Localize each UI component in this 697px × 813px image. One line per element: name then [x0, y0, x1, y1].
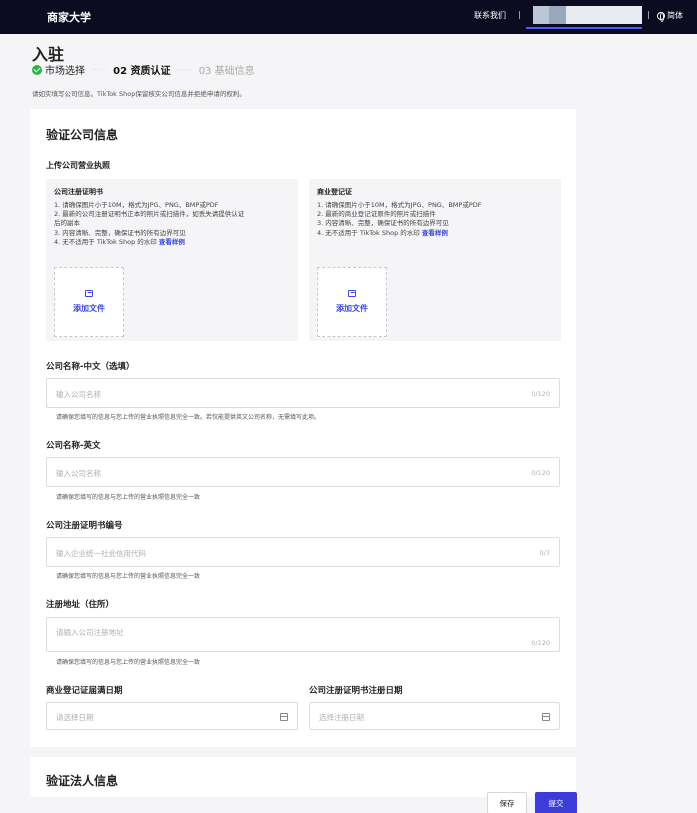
- account-avatar-part: [549, 6, 566, 24]
- language-label: 简体: [667, 11, 683, 20]
- step-connector: ·····: [176, 65, 193, 74]
- globe-icon: [657, 11, 665, 22]
- upload-box-title: 商业登记证: [317, 188, 352, 196]
- registered-address-textarea[interactable]: 请输入公司注册地址 0/120: [46, 617, 560, 652]
- requirement-line: 后的副本: [54, 219, 80, 228]
- company-name-en-label: 公司名称-英文: [46, 441, 101, 451]
- image-icon: [85, 290, 93, 297]
- add-file-button[interactable]: 添加文件: [54, 267, 124, 337]
- requirement-line: 3. 内容清晰、完整，确保证书的所有边界可见: [317, 219, 449, 228]
- requirement-line: 1. 请确保图片小于10M，格式为JPG、PNG、BMP或PDF: [54, 201, 219, 209]
- char-counter: 0/120: [531, 469, 550, 477]
- char-counter: 0/120: [531, 639, 550, 647]
- step-connector: ·····: [91, 65, 108, 74]
- view-sample-link[interactable]: 查看样例: [422, 229, 448, 237]
- stepper: 市场选择 ····· 02 资质认证 ····· 03 基础信息: [32, 62, 255, 77]
- registration-number-label: 公司注册证明书编号: [46, 521, 123, 531]
- char-counter: 0/120: [531, 390, 550, 398]
- expiry-date-label: 商业登记证届满日期: [46, 686, 123, 696]
- placeholder: 选择注册日期: [319, 713, 364, 722]
- placeholder: 输入公司名称: [56, 469, 101, 478]
- section-title: 验证法人信息: [46, 774, 119, 788]
- step-qualification: 02 资质认证: [113, 66, 171, 77]
- company-info-card: 验证公司信息 上传公司营业执照 公司注册证明书 1. 请确保图片小于10M，格式…: [30, 109, 576, 747]
- legal-person-card: 验证法人信息: [30, 757, 576, 797]
- add-file-label: 添加文件: [336, 304, 368, 313]
- account-name[interactable]: [566, 6, 642, 24]
- upload-certificate-box: 公司注册证明书 1. 请确保图片小于10M，格式为JPG、PNG、BMP或PDF…: [46, 179, 298, 341]
- requirement-line: 1. 请确保图片小于10M，格式为JPG、PNG、BMP或PDF: [317, 201, 482, 209]
- brand-logo[interactable]: 商家大学: [47, 9, 91, 25]
- image-icon: [348, 290, 356, 297]
- calendar-icon: [280, 713, 288, 721]
- step-market[interactable]: 市场选择: [45, 62, 85, 77]
- notice-text: 请如实填写公司信息。TikTok Shop保留核实公司信息并拒绝申请的权利。: [32, 90, 246, 98]
- submit-button[interactable]: 提交: [535, 792, 577, 813]
- section-title: 验证公司信息: [46, 128, 119, 142]
- add-file-label: 添加文件: [73, 304, 105, 313]
- upload-box-title: 公司注册证明书: [54, 188, 103, 196]
- field-hint: 请确保您填写的信息与您上传的营业执照信息完全一致: [56, 494, 201, 501]
- registration-date-label: 公司注册证明书注册日期: [309, 686, 403, 696]
- field-hint: 请确保您填写的信息与您上传的营业执照信息完全一致。若仅能提供英文公司名称，无需填…: [56, 414, 321, 421]
- field-hint: 请确保您填写的信息与您上传的营业执照信息完全一致: [56, 659, 201, 666]
- requirement-line: 4. 无不适用于 TikTok Shop 的水印 查看样例: [317, 228, 448, 237]
- calendar-icon: [542, 713, 550, 721]
- divider: [648, 11, 649, 19]
- contact-link[interactable]: 联系我们: [474, 10, 506, 21]
- requirement-line: 3. 内容清晰、完整，确保证书的所有边界可见: [54, 228, 186, 237]
- view-sample-link[interactable]: 查看样例: [159, 238, 185, 246]
- company-name-en-input[interactable]: 输入公司名称 0/120: [46, 457, 560, 487]
- company-name-cn-input[interactable]: 输入公司名称 0/120: [46, 378, 560, 408]
- upload-title: 上传公司营业执照: [46, 161, 110, 170]
- requirement-line: 2. 最新的公司注册证明书正本的照片或扫描件，如丢失请提供认证: [54, 210, 245, 219]
- language-switcher[interactable]: 简体: [657, 10, 683, 22]
- step-basic-info: 03 基础信息: [198, 66, 255, 77]
- field-hint: 请确保您填写的信息与您上传的营业执照信息完全一致: [56, 573, 201, 580]
- placeholder: 输入公司名称: [56, 390, 101, 399]
- placeholder: 请输入公司注册地址: [56, 628, 124, 637]
- placeholder: 输入企业统一社会信用代码: [56, 549, 146, 558]
- expiry-date-picker[interactable]: 请选择日期: [46, 702, 298, 730]
- top-bar: 商家大学 联系我们 简体: [0, 0, 697, 34]
- company-name-cn-label: 公司名称-中文（选填）: [46, 362, 135, 372]
- account-avatar[interactable]: [533, 6, 549, 24]
- registration-date-picker[interactable]: 选择注册日期: [309, 702, 560, 730]
- check-circle-icon: [32, 64, 42, 75]
- char-counter: 0/7: [539, 549, 550, 557]
- add-file-button[interactable]: 添加文件: [317, 267, 387, 337]
- requirement-line: 4. 无不适用于 TikTok Shop 的水印 查看样例: [54, 237, 185, 246]
- registration-number-input[interactable]: 输入企业统一社会信用代码 0/7: [46, 537, 560, 567]
- divider: [519, 11, 520, 19]
- save-button[interactable]: 保存: [487, 792, 527, 813]
- upload-business-registration-box: 商业登记证 1. 请确保图片小于10M，格式为JPG、PNG、BMP或PDF 2…: [309, 179, 561, 341]
- registered-address-label: 注册地址（住所）: [46, 600, 115, 610]
- placeholder: 请选择日期: [56, 713, 94, 722]
- account-underline: [526, 27, 642, 29]
